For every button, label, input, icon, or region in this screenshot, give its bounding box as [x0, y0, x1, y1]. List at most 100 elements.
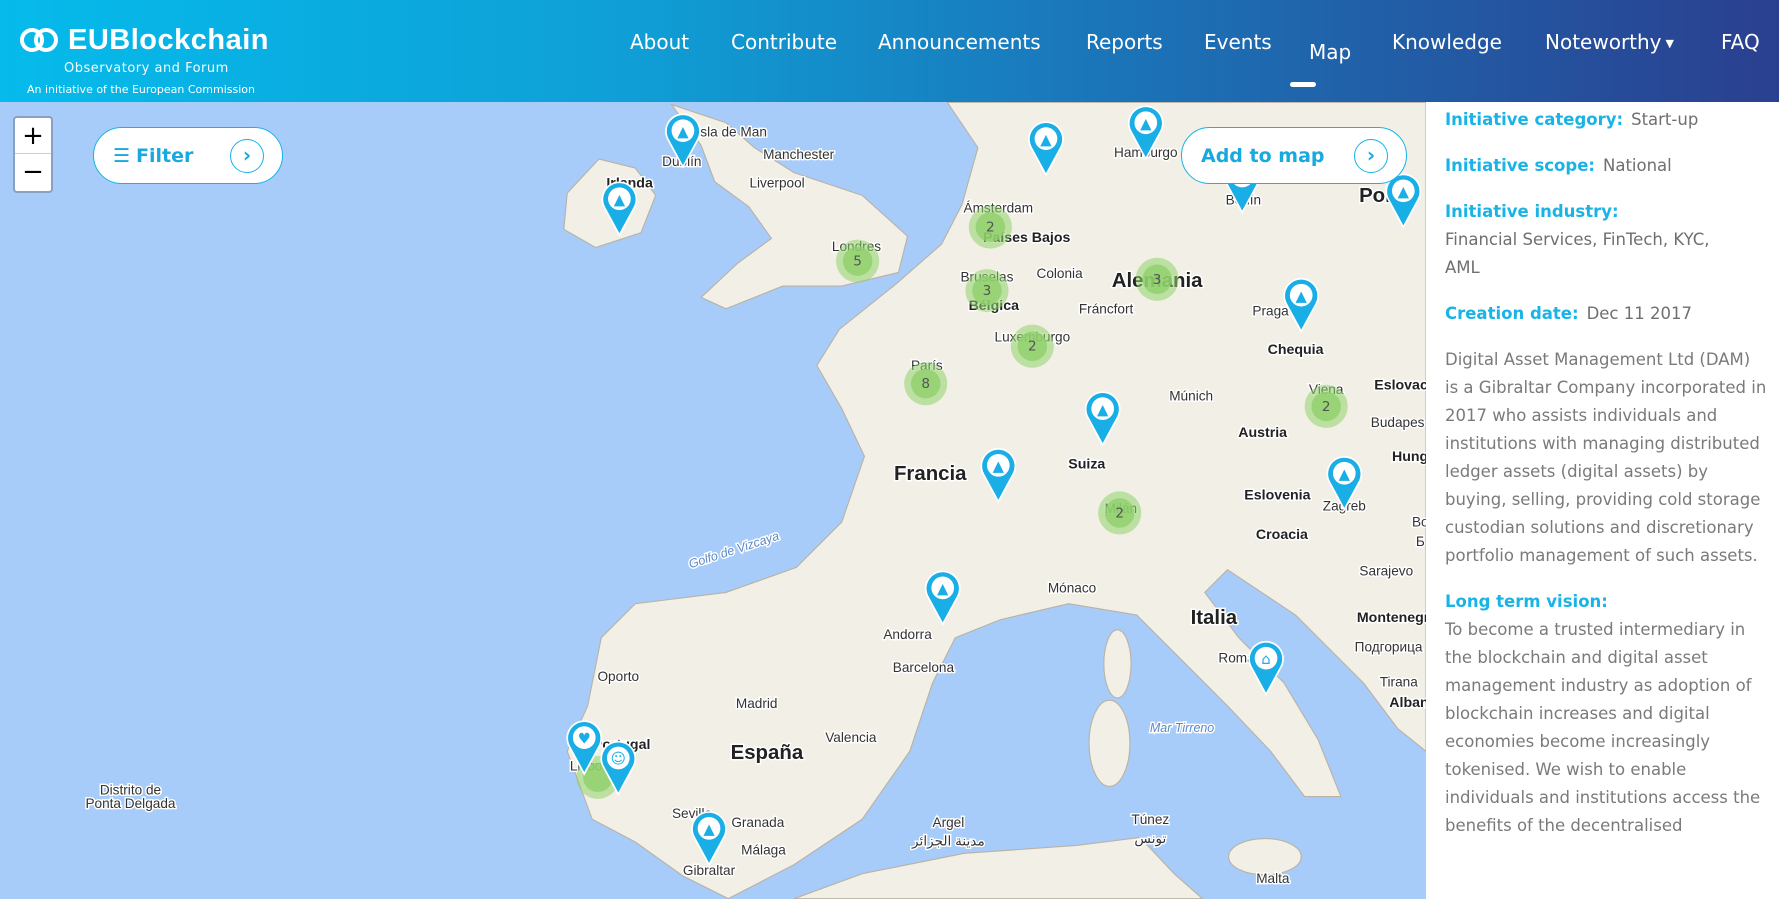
map-label: Málaga	[741, 842, 786, 857]
map[interactable]: Isla de ManDublínIrlandaManchesterLiverp…	[0, 102, 1426, 899]
map-label: Austria	[1238, 425, 1287, 441]
cluster-count: 8	[921, 376, 930, 392]
map-label: Granada	[731, 815, 784, 830]
map-label: Valencia	[825, 730, 877, 745]
map-label: Eslovenia	[1244, 487, 1310, 503]
caret-down-icon: ▼	[1665, 37, 1674, 50]
map-label: Eslovac	[1374, 377, 1426, 393]
map-label: Manchester	[763, 147, 835, 162]
rocket-icon: ▲	[1296, 288, 1308, 305]
initiative-detail-panel: Initiative category: Start-up Initiative …	[1426, 102, 1779, 899]
map-label: Sarajevo	[1359, 563, 1413, 578]
map-label: Liverpool	[749, 175, 804, 190]
filter-button[interactable]: ☰ Filter ›	[93, 127, 283, 184]
map-label: Malta	[1256, 871, 1290, 886]
rocket-icon: ▲	[1339, 466, 1351, 483]
active-nav-indicator	[1290, 82, 1316, 87]
map-label: Colonia	[1036, 266, 1083, 281]
map-label: تونس	[1134, 831, 1166, 847]
nav-reports[interactable]: Reports	[1086, 30, 1163, 54]
logo[interactable]: EUBlockchain Observatory and Forum An in…	[20, 24, 269, 96]
map-label: Fráncfort	[1079, 301, 1134, 316]
nav-faq[interactable]: FAQ	[1721, 30, 1760, 54]
map-label: Argel	[933, 815, 965, 830]
logo-rings-icon	[20, 27, 60, 54]
map-label: Chequia	[1268, 342, 1324, 358]
creation-label: Creation date:	[1445, 304, 1579, 323]
map-label: Isla de Man	[697, 124, 767, 139]
handshake-icon: ♥	[578, 730, 591, 747]
chevron-right-icon: ›	[1354, 139, 1388, 173]
cluster-count: 2	[986, 220, 995, 236]
map-label: Múnich	[1169, 389, 1213, 404]
initiative-industry: Initiative industry: Financial Services, …	[1445, 198, 1769, 282]
map-label: Montenegr	[1357, 610, 1426, 626]
map-label: Praga	[1252, 304, 1289, 319]
chevron-right-icon: ›	[230, 139, 264, 173]
cluster-count: 2	[1322, 399, 1331, 415]
rocket-icon: ▲	[1140, 115, 1152, 132]
logo-tagline: An initiative of the European Commission	[27, 83, 255, 96]
nav-events[interactable]: Events	[1204, 30, 1272, 54]
marker-cluster[interactable]: 2	[1010, 324, 1054, 368]
add-to-map-label: Add to map	[1201, 144, 1325, 167]
map-label: مدينة الجزائر	[911, 833, 985, 849]
marker-cluster[interactable]: 3	[965, 269, 1009, 313]
description: Digital Asset Management Ltd (DAM) is a …	[1445, 350, 1767, 565]
logo-title: EUBlockchain	[68, 24, 269, 56]
land-sardinia	[1088, 699, 1131, 787]
map-label: Suiza	[1068, 457, 1105, 473]
land-sicily	[1228, 837, 1302, 876]
list-icon: ☰	[113, 144, 131, 167]
marker-cluster[interactable]: 3	[1135, 257, 1179, 301]
zoom-in-button[interactable]: +	[15, 118, 51, 154]
map-canvas[interactable]: Isla de ManDublínIrlandaManchesterLiverp…	[0, 102, 1426, 899]
nav-noteworthy-label: Noteworthy	[1545, 30, 1662, 54]
map-label: Ponta Delgada	[85, 796, 175, 811]
map-label: Mónaco	[1048, 580, 1096, 595]
category-label: Initiative category:	[1445, 110, 1624, 129]
add-to-map-button[interactable]: Add to map ›	[1181, 127, 1407, 184]
nav-announcements[interactable]: Announcements	[878, 30, 1041, 54]
marker-cluster[interactable]: 5	[836, 239, 880, 283]
rocket-icon: ▲	[703, 821, 715, 838]
nav-map[interactable]: Map	[1309, 40, 1351, 64]
scope-value: National	[1603, 156, 1672, 175]
scope-label: Initiative scope:	[1445, 156, 1595, 175]
map-label: Italia	[1191, 607, 1238, 629]
nav-about[interactable]: About	[630, 30, 689, 54]
map-label: Budapes	[1371, 415, 1425, 430]
map-label: Túnez	[1131, 812, 1169, 827]
site-header: EUBlockchain Observatory and Forum An in…	[0, 0, 1779, 102]
map-label: Golfo de Vizcaya	[687, 529, 781, 571]
marker-cluster[interactable]: 2	[1098, 491, 1142, 535]
people-icon: ☺	[611, 751, 626, 768]
zoom-out-button[interactable]: −	[15, 154, 51, 190]
creation-date: Creation date: Dec 11 2017	[1445, 300, 1769, 328]
map-label: Oporto	[597, 669, 639, 684]
industry-value: Financial Services, FinTech, KYC, AML	[1445, 230, 1710, 277]
cluster-count: 3	[1153, 272, 1162, 288]
rocket-icon: ▲	[1097, 401, 1109, 418]
map-label: Andorra	[883, 627, 932, 642]
cluster-count: 3	[983, 283, 992, 299]
land-corsica	[1103, 629, 1132, 699]
filter-label: Filter	[136, 144, 194, 167]
rocket-icon: ▲	[614, 191, 626, 208]
map-label: Hung	[1392, 449, 1426, 465]
marker-cluster[interactable]: 8	[904, 362, 948, 406]
marker-cluster[interactable]: 2	[1304, 384, 1348, 428]
map-label: Bo	[1412, 515, 1426, 530]
rocket-icon: ▲	[1398, 183, 1410, 200]
nav-knowledge[interactable]: Knowledge	[1392, 30, 1502, 54]
cluster-count: 2	[1028, 339, 1037, 355]
nav-noteworthy[interactable]: Noteworthy ▼	[1545, 30, 1674, 54]
map-label: Madrid	[736, 696, 778, 711]
map-label: Barcelona	[893, 660, 955, 675]
vision-value: To become a trusted intermediary in the …	[1445, 620, 1761, 835]
marker-cluster[interactable]: 2	[968, 205, 1012, 249]
nav-contribute[interactable]: Contribute	[731, 30, 837, 54]
rocket-icon: ▲	[677, 123, 689, 140]
map-label: Alban	[1389, 695, 1426, 711]
initiative-category: Initiative category: Start-up	[1445, 106, 1769, 134]
